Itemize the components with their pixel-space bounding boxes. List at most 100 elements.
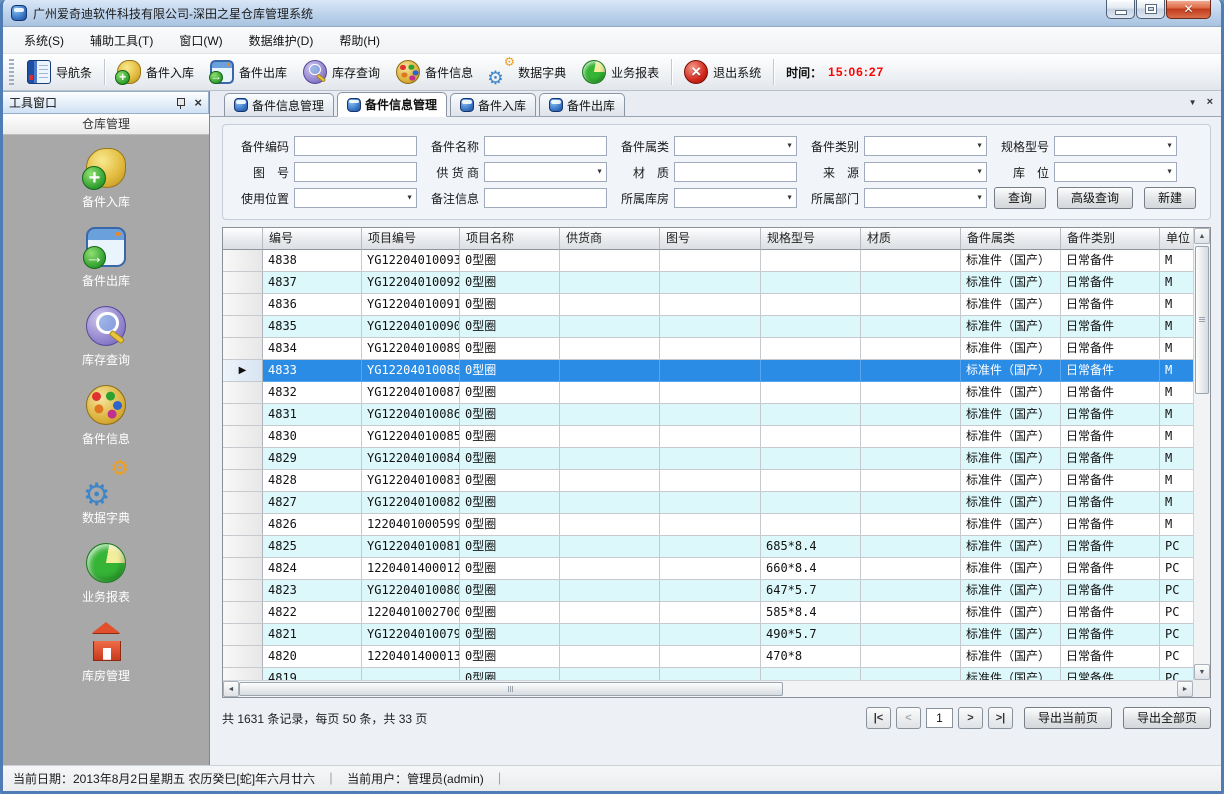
table-cell[interactable]: 4821 xyxy=(263,624,362,646)
form-combo[interactable]: ▼ xyxy=(294,188,417,208)
table-cell[interactable]: 470*8 xyxy=(761,646,861,668)
table-cell[interactable] xyxy=(761,294,861,316)
table-cell[interactable]: 标准件（国产） xyxy=(961,470,1061,492)
row-selector-cell[interactable] xyxy=(223,470,263,492)
row-selector-cell[interactable] xyxy=(223,514,263,536)
table-cell[interactable] xyxy=(861,558,961,580)
table-cell[interactable]: 标准件（国产） xyxy=(961,646,1061,668)
table-row[interactable]: 4837YG122040100920型圈标准件（国产）日常备件M xyxy=(223,272,1193,294)
table-header-cell[interactable]: 编号 xyxy=(263,228,362,250)
next-page-button[interactable]: > xyxy=(958,707,983,729)
table-cell[interactable] xyxy=(761,448,861,470)
menu-item[interactable]: 窗口(W) xyxy=(166,28,235,53)
table-cell[interactable] xyxy=(560,294,660,316)
table-cell[interactable]: 标准件（国产） xyxy=(961,558,1061,580)
table-cell[interactable] xyxy=(761,492,861,514)
table-cell[interactable]: 日常备件 xyxy=(1061,514,1160,536)
table-cell[interactable]: 日常备件 xyxy=(1061,602,1160,624)
toolbar-button[interactable]: 业务报表 xyxy=(574,57,667,87)
vertical-scroll-track[interactable] xyxy=(1194,244,1210,664)
table-cell[interactable]: 0型圈 xyxy=(460,316,560,338)
table-cell[interactable]: 4835 xyxy=(263,316,362,338)
table-row[interactable]: 482612204010005990型圈标准件（国产）日常备件M xyxy=(223,514,1193,536)
table-cell[interactable]: 标准件（国产） xyxy=(961,338,1061,360)
table-cell[interactable]: 标准件（国产） xyxy=(961,404,1061,426)
table-row[interactable]: 482012204014000130型圈470*8标准件（国产）日常备件PC xyxy=(223,646,1193,668)
form-text-input[interactable] xyxy=(484,188,607,208)
table-cell[interactable]: 日常备件 xyxy=(1061,646,1160,668)
maximize-button[interactable] xyxy=(1136,0,1165,19)
table-header-cell[interactable]: 单位 xyxy=(1160,228,1193,250)
table-row[interactable]: 4825YG122040100810型圈685*8.4标准件（国产）日常备件PC xyxy=(223,536,1193,558)
table-cell[interactable] xyxy=(861,360,961,382)
table-cell[interactable] xyxy=(660,624,761,646)
table-cell[interactable]: PC xyxy=(1160,602,1193,624)
form-combo[interactable]: ▼ xyxy=(674,188,797,208)
table-cell[interactable] xyxy=(761,250,861,272)
table-cell[interactable] xyxy=(560,580,660,602)
sidebar-item[interactable]: 库房管理 xyxy=(82,622,130,684)
table-cell[interactable]: 0型圈 xyxy=(460,404,560,426)
minimize-button[interactable] xyxy=(1106,0,1135,19)
table-cell[interactable] xyxy=(761,338,861,360)
table-cell[interactable] xyxy=(660,492,761,514)
form-button[interactable]: 查询 xyxy=(994,187,1046,209)
table-cell[interactable]: PC xyxy=(1160,624,1193,646)
row-selector-cell[interactable] xyxy=(223,668,263,680)
table-cell[interactable] xyxy=(861,668,961,680)
table-cell[interactable]: 0型圈 xyxy=(460,514,560,536)
table-cell[interactable]: M xyxy=(1160,514,1193,536)
table-header-cell[interactable]: 备件类别 xyxy=(1061,228,1160,250)
table-cell[interactable]: YG12204010090 xyxy=(362,316,460,338)
horizontal-scroll-thumb[interactable] xyxy=(239,682,783,696)
toolbar-button[interactable]: 导航条 xyxy=(19,57,100,87)
table-row[interactable]: 4829YG122040100840型圈标准件（国产）日常备件M xyxy=(223,448,1193,470)
table-cell[interactable]: 1220401002700 xyxy=(362,602,460,624)
page-number-input[interactable]: 1 xyxy=(926,708,953,728)
sidebar-item[interactable]: 业务报表 xyxy=(82,543,130,605)
table-cell[interactable] xyxy=(660,470,761,492)
table-row[interactable]: 4831YG122040100860型圈标准件（国产）日常备件M xyxy=(223,404,1193,426)
table-cell[interactable] xyxy=(761,316,861,338)
table-cell[interactable] xyxy=(560,382,660,404)
table-cell[interactable]: 0型圈 xyxy=(460,558,560,580)
tab[interactable]: 备件入库 xyxy=(450,93,536,116)
form-combo[interactable]: ▼ xyxy=(674,136,797,156)
pin-icon[interactable] xyxy=(175,97,186,109)
table-cell[interactable] xyxy=(560,602,660,624)
table-cell[interactable] xyxy=(761,382,861,404)
table-cell[interactable]: 0型圈 xyxy=(460,492,560,514)
table-cell[interactable] xyxy=(861,646,961,668)
table-cell[interactable]: 4834 xyxy=(263,338,362,360)
table-cell[interactable] xyxy=(861,514,961,536)
table-cell[interactable] xyxy=(560,250,660,272)
table-cell[interactable]: YG12204010080 xyxy=(362,580,460,602)
table-cell[interactable] xyxy=(861,294,961,316)
row-selector-cell[interactable] xyxy=(223,580,263,602)
table-cell[interactable]: 585*8.4 xyxy=(761,602,861,624)
table-cell[interactable] xyxy=(660,536,761,558)
form-combo[interactable]: ▼ xyxy=(484,162,607,182)
table-cell[interactable]: 490*5.7 xyxy=(761,624,861,646)
toolbar-button[interactable]: 数据字典 xyxy=(481,57,574,87)
first-page-button[interactable]: |< xyxy=(866,707,891,729)
table-cell[interactable] xyxy=(861,602,961,624)
table-cell[interactable]: PC xyxy=(1160,580,1193,602)
row-selector-cell[interactable] xyxy=(223,536,263,558)
table-row[interactable]: 4835YG122040100900型圈标准件（国产）日常备件M xyxy=(223,316,1193,338)
table-cell[interactable] xyxy=(560,272,660,294)
table-cell[interactable]: 1220401000599 xyxy=(362,514,460,536)
table-cell[interactable] xyxy=(660,668,761,680)
table-cell[interactable]: 日常备件 xyxy=(1061,360,1160,382)
table-cell[interactable]: 0型圈 xyxy=(460,294,560,316)
table-cell[interactable]: 日常备件 xyxy=(1061,272,1160,294)
row-selector-cell[interactable] xyxy=(223,404,263,426)
prev-page-button[interactable]: < xyxy=(896,707,921,729)
table-cell[interactable]: 4833 xyxy=(263,360,362,382)
table-row[interactable]: 4821YG122040100790型圈490*5.7标准件（国产）日常备件PC xyxy=(223,624,1193,646)
table-cell[interactable] xyxy=(761,514,861,536)
form-combo[interactable]: ▼ xyxy=(1054,162,1177,182)
table-cell[interactable]: 1220401400012 xyxy=(362,558,460,580)
horizontal-scrollbar[interactable]: ◄ ► xyxy=(223,680,1193,697)
table-cell[interactable]: YG12204010083 xyxy=(362,470,460,492)
